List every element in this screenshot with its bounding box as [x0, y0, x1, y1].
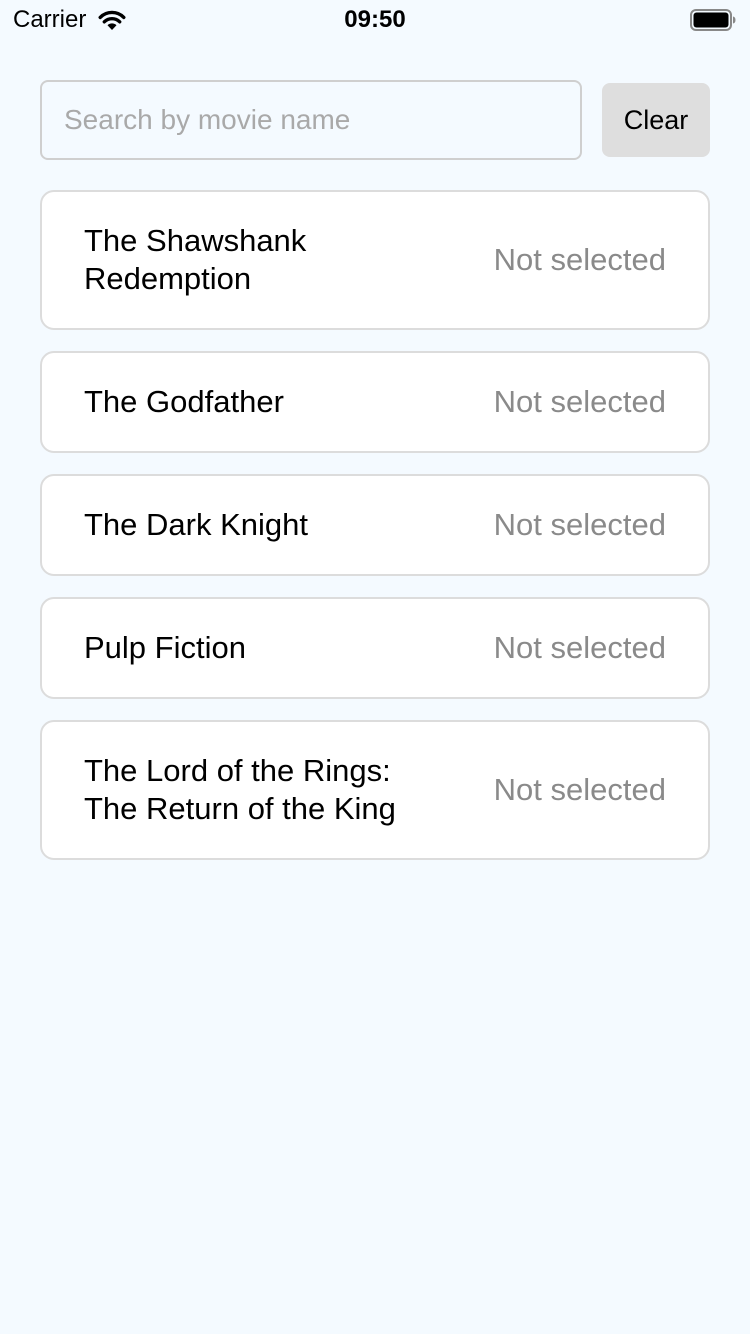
- movie-status: Not selected: [493, 242, 666, 277]
- movie-item[interactable]: The Shawshank Redemption Not selected: [40, 190, 710, 330]
- movie-status: Not selected: [493, 630, 666, 665]
- movie-status: Not selected: [493, 772, 666, 807]
- movie-status: Not selected: [493, 384, 666, 419]
- movie-title: The Shawshank Redemption: [84, 223, 307, 296]
- search-input[interactable]: [40, 80, 582, 160]
- clear-button[interactable]: Clear: [602, 83, 710, 157]
- status-bar: Carrier 09:50: [0, 0, 750, 40]
- movie-item[interactable]: The Godfather Not selected: [40, 351, 710, 453]
- movie-item[interactable]: The Lord of the Rings: The Return of the…: [40, 720, 710, 860]
- movie-item[interactable]: Pulp Fiction Not selected: [40, 597, 710, 699]
- movie-list: The Shawshank Redemption Not selected Th…: [40, 190, 710, 860]
- status-time: 09:50: [344, 6, 406, 33]
- movie-title: The Dark Knight: [84, 507, 308, 542]
- battery-icon: [690, 9, 736, 31]
- movie-title: Pulp Fiction: [84, 630, 246, 665]
- movie-title: The Lord of the Rings: The Return of the…: [84, 753, 396, 826]
- movie-status: Not selected: [493, 507, 666, 542]
- search-row: Clear: [40, 80, 710, 160]
- movie-item[interactable]: The Dark Knight Not selected: [40, 474, 710, 576]
- movie-title: The Godfather: [84, 384, 284, 419]
